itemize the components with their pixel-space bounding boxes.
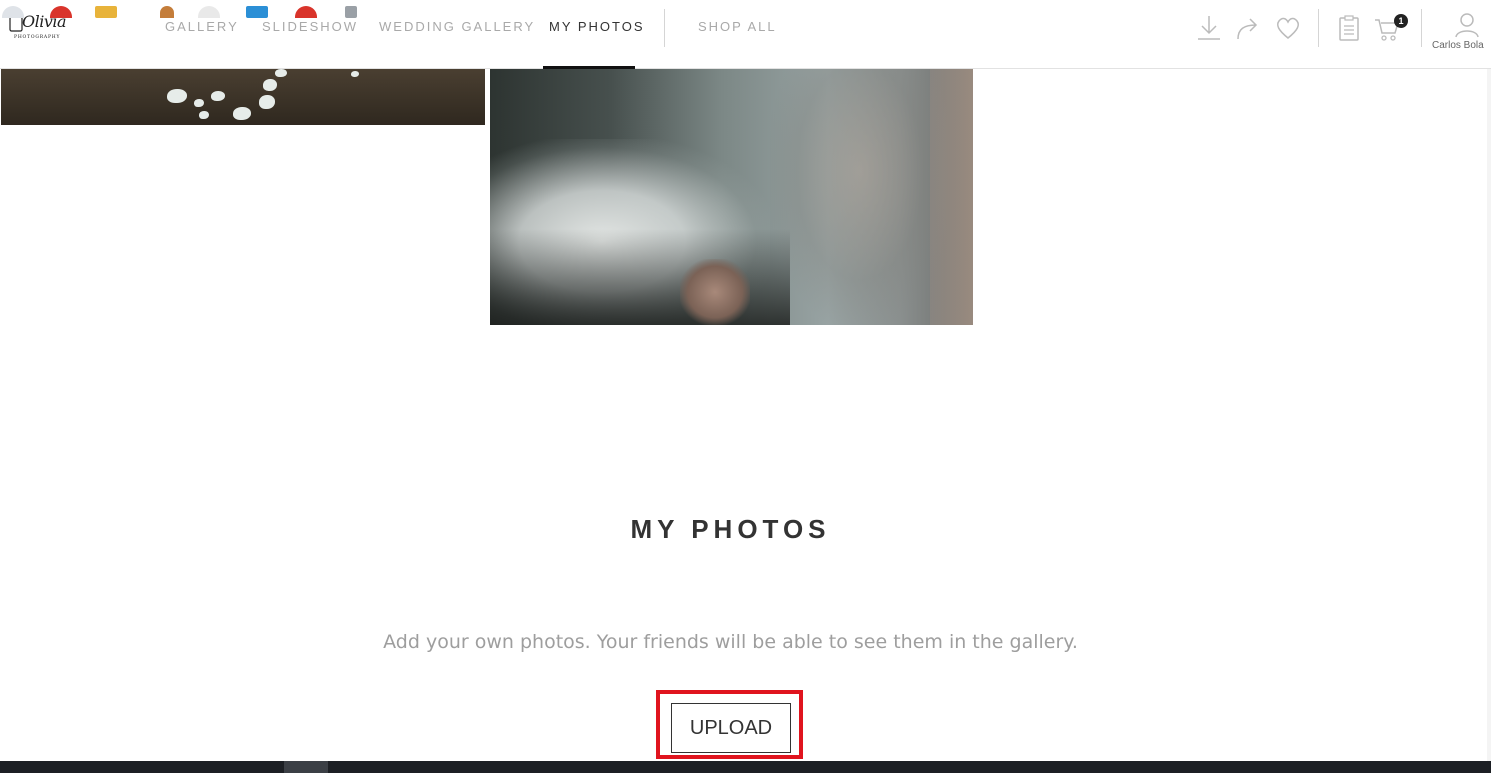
upload-button[interactable]: UPLOAD xyxy=(671,703,791,753)
gallery-photo-petals[interactable] xyxy=(1,69,485,125)
section-title: MY PHOTOS xyxy=(630,514,831,544)
taskbar-folder-icon[interactable] xyxy=(95,6,117,18)
user-divider xyxy=(1421,9,1422,47)
top-header: Olivia PHOTOGRAPHY GALLERY SLIDESHOW WED… xyxy=(0,0,1491,69)
logo-subtitle: PHOTOGRAPHY xyxy=(14,35,61,40)
nav-gallery[interactable]: GALLERY xyxy=(165,19,239,34)
icons-divider xyxy=(1318,9,1319,47)
os-taskbar xyxy=(0,761,1491,773)
heart-icon[interactable] xyxy=(1274,13,1302,43)
taskbar-app-icon[interactable] xyxy=(345,6,357,18)
download-icon[interactable] xyxy=(1195,13,1223,43)
page-scrollbar[interactable] xyxy=(1487,69,1491,761)
share-icon[interactable] xyxy=(1234,13,1262,43)
taskbar-app-icon[interactable] xyxy=(160,6,174,18)
nav-my-photos[interactable]: MY PHOTOS xyxy=(549,19,645,34)
taskbar-active-app[interactable] xyxy=(284,761,328,773)
user-name[interactable]: Carlos Bola xyxy=(1432,40,1484,51)
gallery-photo-veil[interactable] xyxy=(490,69,973,325)
clipboard-icon[interactable] xyxy=(1335,13,1363,43)
taskbar-app-icon[interactable] xyxy=(246,6,268,18)
user-icon[interactable] xyxy=(1453,10,1481,40)
nav-slideshow[interactable]: SLIDESHOW xyxy=(262,19,358,34)
cart-count-badge: 1 xyxy=(1394,14,1408,28)
nav-divider xyxy=(664,9,665,47)
section-description: Add your own photos. Your friends will b… xyxy=(383,631,1078,653)
nav-wedding-gallery[interactable]: WEDDING GALLERY xyxy=(379,19,535,34)
nav-shop-all[interactable]: SHOP ALL xyxy=(698,19,777,34)
